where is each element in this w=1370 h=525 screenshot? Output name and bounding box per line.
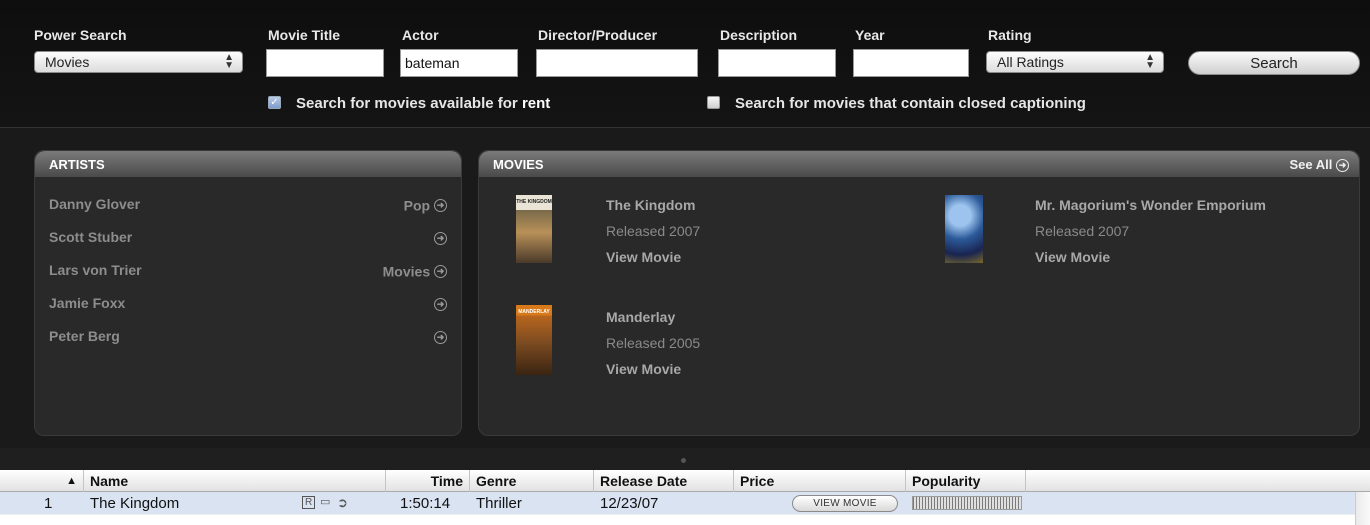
tv-icon: ▭ — [320, 496, 331, 508]
popularity-bar — [912, 496, 1022, 510]
column-name[interactable]: Name — [84, 470, 386, 492]
sort-ascending-icon[interactable]: ▲ — [0, 470, 84, 492]
table-row[interactable] — [0, 514, 1370, 525]
splitter-handle-icon[interactable] — [681, 458, 686, 463]
table-row[interactable]: 1 The Kingdom R ▭ ➲ 1:50:14 Thriller 12/… — [0, 492, 1370, 514]
results-table: ▲ Name Time Genre Release Date Price Pop… — [0, 470, 1370, 525]
view-movie-button[interactable]: VIEW MOVIE — [792, 495, 898, 512]
movie-title-the-kingdom[interactable]: The Kingdom — [606, 197, 695, 213]
poster-mr-magorium[interactable] — [945, 195, 983, 263]
artist-name: Danny Glover — [49, 196, 141, 212]
rent-checkbox-text: Search for movies available for — [296, 95, 518, 112]
movie-released: Released 2007 — [1035, 223, 1130, 239]
rent-checkbox[interactable]: ✓ — [268, 96, 281, 109]
artists-panel-title: ARTISTS — [35, 151, 461, 177]
closed-captioning-checkbox[interactable] — [707, 96, 720, 109]
poster-manderlay[interactable]: MANDERLAY — [516, 305, 552, 375]
see-all-link[interactable]: See All ➜ — [1289, 157, 1349, 173]
view-movie-link[interactable]: View Movie — [606, 361, 681, 377]
column-genre[interactable]: Genre — [470, 470, 594, 492]
arrow-circle-icon: ➜ — [1336, 159, 1349, 173]
row-release-date: 12/23/07 — [600, 495, 659, 512]
movies-panel: MOVIES See All ➜ THE KINGDOM The Kingdom… — [478, 150, 1360, 436]
row-time: 1:50:14 — [400, 495, 451, 512]
search-button[interactable]: Search — [1188, 51, 1360, 75]
movie-title-label: Movie Title — [268, 27, 341, 43]
year-label: Year — [855, 27, 885, 43]
artist-genre-link[interactable]: Pop ➜ — [404, 196, 447, 213]
artist-row-danny-glover[interactable]: Danny Glover Pop ➜ — [49, 196, 447, 216]
column-time[interactable]: Time — [386, 470, 470, 492]
artist-name: Lars von Trier — [49, 262, 142, 278]
director-input[interactable] — [536, 49, 698, 77]
artist-name: Jamie Foxx — [49, 295, 126, 311]
artist-genre: Movies — [382, 263, 431, 280]
artist-genre-link[interactable]: ➜ — [434, 295, 447, 312]
pane-splitter[interactable] — [0, 448, 1370, 470]
movies-panel-title: MOVIES — [493, 157, 544, 172]
artists-panel: ARTISTS Danny Glover Pop ➜ Scott Stuber … — [34, 150, 462, 436]
poster-text: THE KINGDOM — [516, 199, 552, 205]
description-label: Description — [720, 27, 798, 43]
view-movie-link[interactable]: View Movie — [606, 249, 681, 265]
column-popularity[interactable]: Popularity — [906, 470, 1026, 492]
movie-title-input[interactable] — [266, 49, 384, 77]
table-header: ▲ Name Time Genre Release Date Price Pop… — [0, 470, 1370, 492]
artist-name: Peter Berg — [49, 328, 120, 344]
rating-badge: R — [302, 496, 316, 509]
artist-genre-link[interactable]: ➜ — [434, 328, 447, 345]
year-input[interactable] — [853, 49, 969, 77]
arrow-circle-icon[interactable]: ➲ — [337, 495, 348, 511]
view-movie-link[interactable]: View Movie — [1035, 249, 1110, 265]
itunes-window: Power Search Movies ▲ ▼ Movie Title Actor… — [0, 0, 1370, 525]
movie-title-manderlay[interactable]: Manderlay — [606, 309, 675, 325]
arrow-circle-icon[interactable]: ➜ — [434, 330, 447, 344]
artist-row-scott-stuber[interactable]: Scott Stuber ➜ — [49, 229, 447, 249]
row-name: The Kingdom — [90, 495, 180, 512]
arrow-circle-icon[interactable]: ➜ — [434, 198, 447, 212]
row-genre: Thriller — [476, 495, 522, 512]
artist-name: Scott Stuber — [49, 229, 133, 245]
rating-select[interactable]: All Ratings ▲ ▼ — [986, 51, 1164, 73]
artist-genre-link[interactable]: Movies ➜ — [383, 262, 447, 279]
power-search-bar: Power Search Movies ▲ ▼ Movie Title Actor… — [0, 0, 1370, 128]
power-search-select[interactable]: Movies ▲ ▼ — [34, 51, 243, 73]
closed-captioning-label[interactable]: Search for movies that contain closed ca… — [735, 95, 1086, 112]
director-label: Director/Producer — [538, 27, 658, 43]
artist-row-lars-von-trier[interactable]: Lars von Trier Movies ➜ — [49, 262, 447, 282]
checkmark-icon: ✓ — [270, 97, 279, 108]
arrow-circle-icon[interactable]: ➜ — [434, 297, 447, 311]
movie-released: Released 2007 — [606, 223, 701, 239]
movie-released: Released 2005 — [606, 335, 701, 351]
artist-row-jamie-foxx[interactable]: Jamie Foxx ➜ — [49, 295, 447, 315]
rating-value: All Ratings — [997, 54, 1064, 70]
vertical-scrollbar[interactable] — [1355, 492, 1370, 525]
select-arrows-icon: ▲ ▼ — [224, 52, 234, 71]
actor-label: Actor — [402, 27, 439, 43]
select-arrows-icon: ▲ ▼ — [1145, 52, 1155, 71]
artist-genre: Pop — [403, 197, 431, 214]
column-price[interactable]: Price — [734, 470, 906, 492]
poster-the-kingdom[interactable]: THE KINGDOM — [516, 195, 552, 263]
rent-checkbox-label[interactable]: Search for movies available for rent — [296, 95, 550, 112]
column-release-date[interactable]: Release Date — [594, 470, 734, 492]
see-all-label: See All — [1289, 157, 1333, 172]
movie-title-mr-magorium[interactable]: Mr. Magorium's Wonder Emporium — [1035, 197, 1266, 213]
rating-label: Rating — [988, 27, 1032, 43]
artist-genre-link[interactable]: ➜ — [434, 229, 447, 246]
row-index: 1 — [44, 495, 53, 512]
arrow-circle-icon[interactable]: ➜ — [434, 264, 447, 278]
description-input[interactable] — [718, 49, 836, 77]
poster-text: MANDERLAY — [518, 309, 550, 315]
rent-checkbox-emphasis: rent — [521, 95, 551, 112]
movies-panel-header: MOVIES See All ➜ — [479, 151, 1359, 177]
artist-row-peter-berg[interactable]: Peter Berg ➜ — [49, 328, 447, 348]
actor-input[interactable]: bateman — [400, 49, 518, 77]
arrow-circle-icon[interactable]: ➜ — [434, 231, 447, 245]
power-search-label: Power Search — [34, 27, 127, 43]
power-search-value: Movies — [45, 54, 90, 70]
